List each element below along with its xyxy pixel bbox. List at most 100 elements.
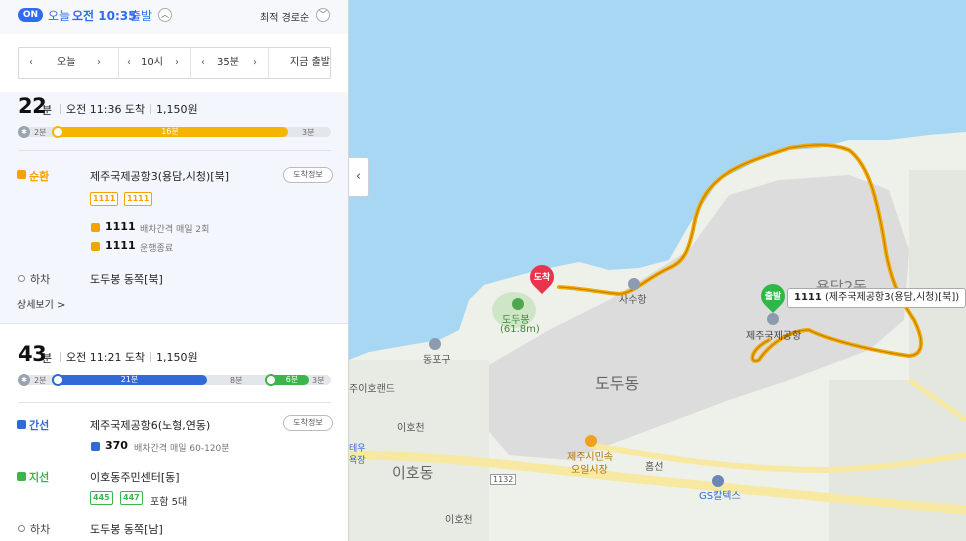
bus-icon bbox=[17, 472, 26, 481]
walk-icon: ✱ bbox=[18, 126, 30, 138]
airport-icon[interactable] bbox=[767, 313, 779, 325]
alight-label: 하차 bbox=[30, 523, 51, 536]
bus-chip[interactable]: 445 bbox=[90, 491, 113, 505]
realtime-on-toggle[interactable]: ON bbox=[18, 8, 43, 22]
walk-end-time: 3분 bbox=[312, 376, 325, 385]
arrival-time: 오전 11:36 도착 bbox=[66, 103, 146, 116]
minute-value: 35분 bbox=[217, 57, 239, 68]
mode-label: 지선 bbox=[29, 471, 50, 484]
ride-segment: 16분 bbox=[52, 127, 288, 137]
road-number: 1132 bbox=[490, 474, 517, 485]
departure-tooltip[interactable]: 1111 (제주국제공항3(용담,시청)[북]) bbox=[787, 288, 966, 308]
route-panel: ON 오늘 오전 10:35 출발 ︿ 최적 경로순 ﹀ ‹ 오늘 › ‹ 10… bbox=[0, 0, 349, 541]
chevron-left-icon: ‹ bbox=[355, 169, 362, 184]
peak-icon[interactable] bbox=[512, 298, 524, 310]
separator bbox=[150, 352, 151, 362]
anchor-icon[interactable] bbox=[429, 338, 441, 350]
departure-time[interactable]: 오전 10:35 bbox=[72, 7, 136, 24]
chevron-up-icon[interactable]: ︿ bbox=[158, 8, 172, 22]
arrival-time: 오전 11:21 도착 bbox=[66, 351, 146, 364]
arrival-pin-label: 도착 bbox=[533, 273, 551, 283]
walk-icon: ✱ bbox=[18, 374, 30, 386]
minute-selector[interactable]: ‹ 35분 › bbox=[191, 48, 269, 78]
airport-label: 제주국제공항 bbox=[746, 331, 802, 342]
stream-label: 이호천 bbox=[397, 423, 425, 434]
market-icon[interactable] bbox=[585, 435, 597, 447]
alight-dot-icon bbox=[18, 525, 25, 532]
port-label: 사수항 bbox=[619, 295, 647, 306]
chevron-down-icon[interactable]: ﹀ bbox=[316, 8, 330, 22]
alight-label: 하차 bbox=[30, 273, 51, 286]
bus-icon bbox=[265, 374, 277, 386]
place-label: 욕장 bbox=[349, 456, 366, 466]
bus-status: 배차간격 매일 2회 bbox=[140, 225, 210, 235]
market-label: 오일시장 bbox=[571, 465, 608, 476]
next-day-arrow-icon[interactable]: › bbox=[97, 48, 101, 78]
stream-label: 이호천 bbox=[445, 515, 473, 526]
route-card-1[interactable]: 22 분 오전 11:36 도착 1,150원 ✱ 2분 16분 3분 순환 제… bbox=[0, 92, 348, 324]
departure-header: ON 오늘 오전 10:35 출발 ︿ 최적 경로순 ﹀ bbox=[0, 0, 348, 34]
bus-number: 1111 bbox=[105, 220, 136, 233]
bus-status: 배차간격 매일 60-120분 bbox=[134, 444, 230, 454]
bus-chip[interactable]: 1111 bbox=[124, 192, 153, 206]
boarding-stop[interactable]: 제주국제공항6(노형,연동) bbox=[90, 417, 210, 433]
place-label: 동포구 bbox=[423, 355, 451, 366]
prev-day-arrow-icon[interactable]: ‹ bbox=[29, 48, 33, 78]
prev-hour-arrow-icon[interactable]: ‹ bbox=[127, 48, 131, 78]
port-icon[interactable] bbox=[628, 278, 640, 290]
arrival-info-button[interactable]: 도착정보 bbox=[283, 167, 333, 183]
day-selector[interactable]: ‹ 오늘 › bbox=[19, 48, 119, 78]
fare: 1,150원 bbox=[156, 103, 198, 116]
chip-note: 포함 5대 bbox=[150, 497, 188, 508]
mode-label: 순환 bbox=[29, 170, 50, 183]
gas-station-icon[interactable] bbox=[712, 475, 724, 487]
detail-link[interactable]: 상세보기 > bbox=[17, 296, 65, 311]
place-label: 홈선 bbox=[645, 462, 664, 473]
collapse-panel-button[interactable]: ‹ bbox=[349, 157, 369, 197]
route-card-2[interactable]: 43 분 오전 11:21 도착 1,150원 ✱ 2분 21분 8분 6분 3… bbox=[0, 324, 348, 541]
bus-status: 운행종료 bbox=[140, 244, 174, 254]
gas-station-label: GS칼텍스 bbox=[699, 491, 741, 502]
tooltip-stop-name: (제주국제공항3(용담,시청)[북]) bbox=[825, 292, 960, 303]
boarding-stop[interactable]: 제주국제공항3(용담,시청)[북] bbox=[90, 168, 229, 184]
fare: 1,150원 bbox=[156, 351, 198, 364]
ride-segment: 21분 bbox=[52, 375, 207, 385]
separator bbox=[60, 104, 61, 114]
time-selector: ‹ 오늘 › ‹ 10시 › ‹ 35분 › 지금 출발 bbox=[18, 47, 331, 79]
bus-number: 370 bbox=[105, 439, 128, 452]
bus-icon bbox=[17, 420, 26, 429]
tooltip-bus-number: 1111 bbox=[794, 292, 822, 303]
transfer-time: 8분 bbox=[230, 376, 243, 385]
bus-icon bbox=[91, 442, 100, 451]
next-hour-arrow-icon[interactable]: › bbox=[175, 48, 179, 78]
alight-stop[interactable]: 도두봉 동쪽[북] bbox=[90, 271, 163, 287]
bus-chip[interactable]: 447 bbox=[120, 491, 143, 505]
map-view[interactable]: 도두동 제주국제공항 사수항 도두봉 (61.8m) 동포구 주이호랜드 이호천… bbox=[349, 0, 966, 541]
divider bbox=[18, 150, 331, 151]
hour-selector[interactable]: ‹ 10시 › bbox=[119, 48, 191, 78]
bus-number: 1111 bbox=[105, 239, 136, 252]
ride-time: 16분 bbox=[161, 127, 179, 136]
prev-minute-arrow-icon[interactable]: ‹ bbox=[201, 48, 205, 78]
hour-value: 10시 bbox=[141, 57, 163, 68]
bus-icon bbox=[52, 126, 64, 138]
arrival-info-button[interactable]: 도착정보 bbox=[283, 415, 333, 431]
transfer-stop[interactable]: 이호동주민센터[동] bbox=[90, 469, 180, 485]
sort-option[interactable]: 최적 경로순 bbox=[260, 9, 309, 24]
departure-suffix: 출발 bbox=[130, 9, 153, 23]
bus-icon bbox=[91, 242, 100, 251]
day-value: 오늘 bbox=[57, 57, 76, 68]
peak-height: (61.8m) bbox=[500, 324, 540, 335]
area-label: 이호동 bbox=[392, 464, 434, 482]
depart-now-button[interactable]: 지금 출발 bbox=[289, 48, 331, 78]
area-label: 도두동 bbox=[595, 374, 640, 393]
city-block bbox=[909, 170, 966, 380]
alight-stop[interactable]: 도두봉 동쪽[남] bbox=[90, 521, 163, 537]
separator bbox=[60, 352, 61, 362]
next-minute-arrow-icon[interactable]: › bbox=[253, 48, 257, 78]
route-duration-unit: 분 bbox=[42, 352, 53, 365]
route-duration-unit: 분 bbox=[42, 104, 53, 117]
bus-chip[interactable]: 1111 bbox=[90, 192, 119, 206]
divider bbox=[18, 402, 331, 403]
departure-pin-label: 출발 bbox=[764, 292, 782, 302]
